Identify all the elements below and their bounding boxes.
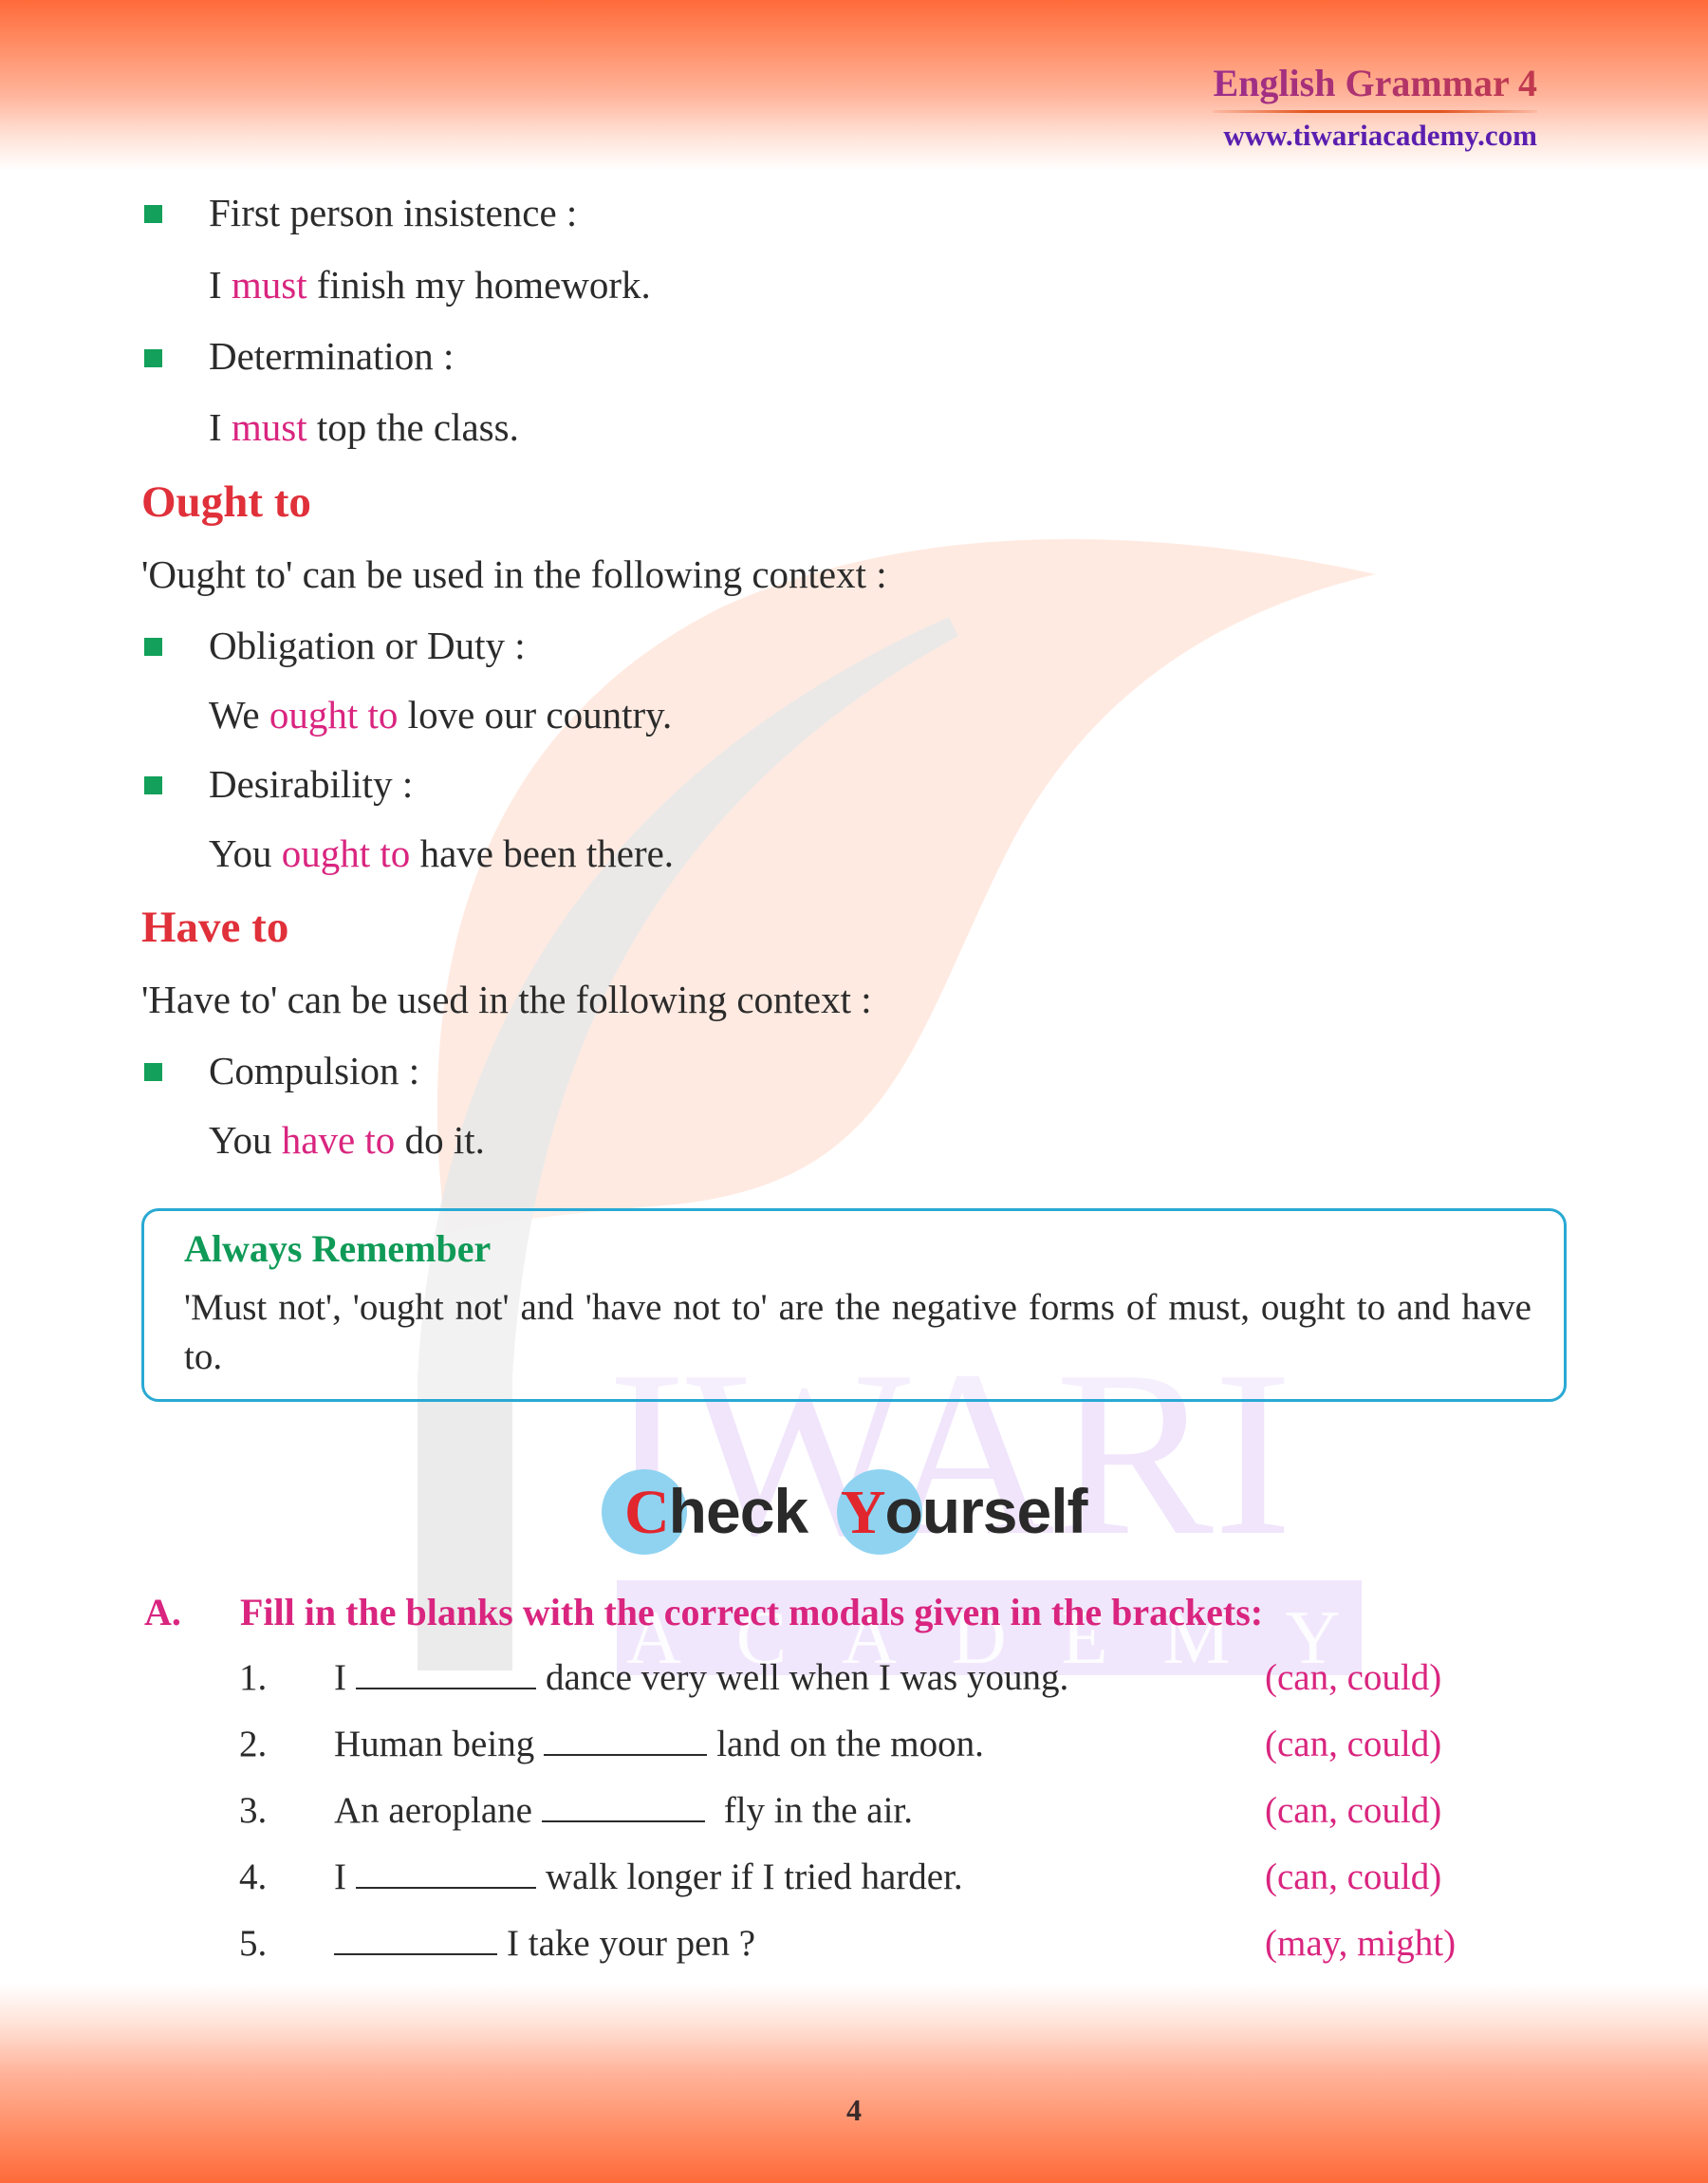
example-sentence: You ought to have been there.	[209, 834, 674, 873]
answer-blank[interactable]	[334, 1952, 497, 1955]
section-heading-ought-to: Ought to	[141, 477, 311, 527]
capital-c: C	[624, 1478, 670, 1547]
context-label: Compulsion :	[209, 1049, 420, 1092]
answer-blank[interactable]	[541, 1819, 705, 1822]
bullet-icon	[144, 638, 162, 656]
always-remember-title: Always Remember	[184, 1227, 492, 1270]
example-after: love our country.	[398, 693, 673, 737]
section-intro: 'Ought to' can be used in the following …	[141, 552, 887, 596]
question-options: (may, might)	[1265, 1923, 1457, 1964]
modal-highlight: have to	[281, 1118, 396, 1162]
modal-highlight: ought to	[281, 831, 411, 875]
context-label: First person insistence :	[209, 191, 578, 234]
question-text: Human being land on the moon.	[334, 1723, 984, 1765]
capital-y: Y	[840, 1478, 886, 1547]
answer-blank[interactable]	[544, 1753, 708, 1756]
page-number: 4	[846, 2093, 862, 2127]
question-row: 2. Human being land on the moon. (can, co…	[0, 1723, 1708, 1770]
question-before: An aeroplane	[334, 1790, 532, 1831]
question-options: (can, could)	[1265, 1724, 1442, 1764]
context-label: Determination :	[209, 334, 455, 378]
question-row: 4. Iwalk longer if I tried harder. (can,…	[0, 1856, 1708, 1903]
example-sentence: I must finish my homework.	[209, 266, 651, 305]
modal-highlight: must	[231, 405, 307, 449]
example-before: I	[209, 405, 232, 449]
example-before: You	[209, 1118, 282, 1162]
question-row: 5. I take your pen ? (may, might)	[0, 1922, 1708, 1969]
example-after: top the class.	[306, 405, 519, 449]
example-before: We	[209, 693, 269, 737]
question-after: walk longer if I tried harder.	[546, 1856, 963, 1897]
page-header: English Grammar 4 www.tiwariacademy.com	[1213, 63, 1537, 153]
question-number: 3.	[239, 1790, 268, 1831]
example-before: You	[209, 831, 282, 875]
always-remember-box: Always Remember 'Must not', 'ought not' …	[141, 1208, 1567, 1402]
context-label: Desirability :	[209, 762, 414, 806]
answer-blank[interactable]	[356, 1687, 536, 1689]
bullet-icon	[144, 776, 162, 794]
question-before: I	[334, 1856, 346, 1897]
question-number: 4.	[239, 1856, 268, 1897]
word-check: heck	[668, 1476, 808, 1546]
question-options: (can, could)	[1265, 1657, 1442, 1698]
website-url[interactable]: www.tiwariacademy.com	[1213, 119, 1537, 153]
exercise-instruction: Fill in the blanks with the correct moda…	[240, 1591, 1264, 1633]
book-title: English Grammar 4	[1213, 62, 1537, 104]
question-number: 2.	[239, 1724, 268, 1764]
check-yourself-text: Check Yourself	[624, 1475, 1088, 1549]
example-sentence: I must top the class.	[209, 408, 519, 447]
check-yourself-title: Check Yourself	[602, 1460, 1133, 1564]
question-row: 3. An aeroplane fly in the air. (can, co…	[0, 1789, 1708, 1837]
question-text: Idance very well when I was young.	[334, 1656, 1068, 1699]
question-number: 1.	[239, 1657, 268, 1698]
question-text: An aeroplane fly in the air.	[334, 1789, 913, 1832]
question-after: I take your pen ?	[507, 1923, 756, 1964]
header-divider	[1213, 110, 1537, 113]
modal-highlight: ought to	[269, 693, 399, 737]
question-options: (can, could)	[1265, 1790, 1442, 1831]
bullet-icon	[144, 205, 162, 223]
always-remember-text: 'Must not', 'ought not' and 'have not to…	[184, 1287, 1532, 1377]
question-after: dance very well when I was young.	[546, 1657, 1069, 1698]
question-number: 5.	[239, 1923, 268, 1964]
question-after: land on the moon.	[716, 1724, 984, 1764]
example-before: I	[209, 263, 232, 307]
section-heading-have-to: Have to	[141, 903, 289, 952]
example-after: have been there.	[410, 831, 675, 875]
question-row: 1. Idance very well when I was young. (c…	[0, 1656, 1708, 1704]
answer-blank[interactable]	[356, 1886, 536, 1889]
example-sentence: You have to do it.	[209, 1121, 485, 1160]
question-text: Iwalk longer if I tried harder.	[334, 1856, 963, 1898]
question-text: I take your pen ?	[334, 1922, 755, 1965]
context-label: Obligation or Duty :	[209, 624, 526, 667]
exercise-letter: A.	[144, 1591, 181, 1633]
word-yourself: ourself	[884, 1476, 1087, 1546]
section-intro: 'Have to' can be used in the following c…	[141, 978, 872, 1021]
example-after: do it.	[395, 1118, 485, 1162]
question-after: fly in the air.	[714, 1790, 914, 1831]
question-before: I	[334, 1657, 346, 1698]
footer-band	[0, 1984, 1708, 2183]
modal-highlight: must	[231, 263, 307, 307]
example-sentence: We ought to love our country.	[209, 696, 672, 735]
example-after: finish my homework.	[306, 263, 651, 307]
bullet-icon	[144, 349, 162, 367]
question-options: (can, could)	[1265, 1856, 1442, 1897]
bullet-icon	[144, 1063, 162, 1081]
question-before: Human being	[334, 1724, 535, 1764]
watermark-leaf	[436, 538, 1376, 1234]
